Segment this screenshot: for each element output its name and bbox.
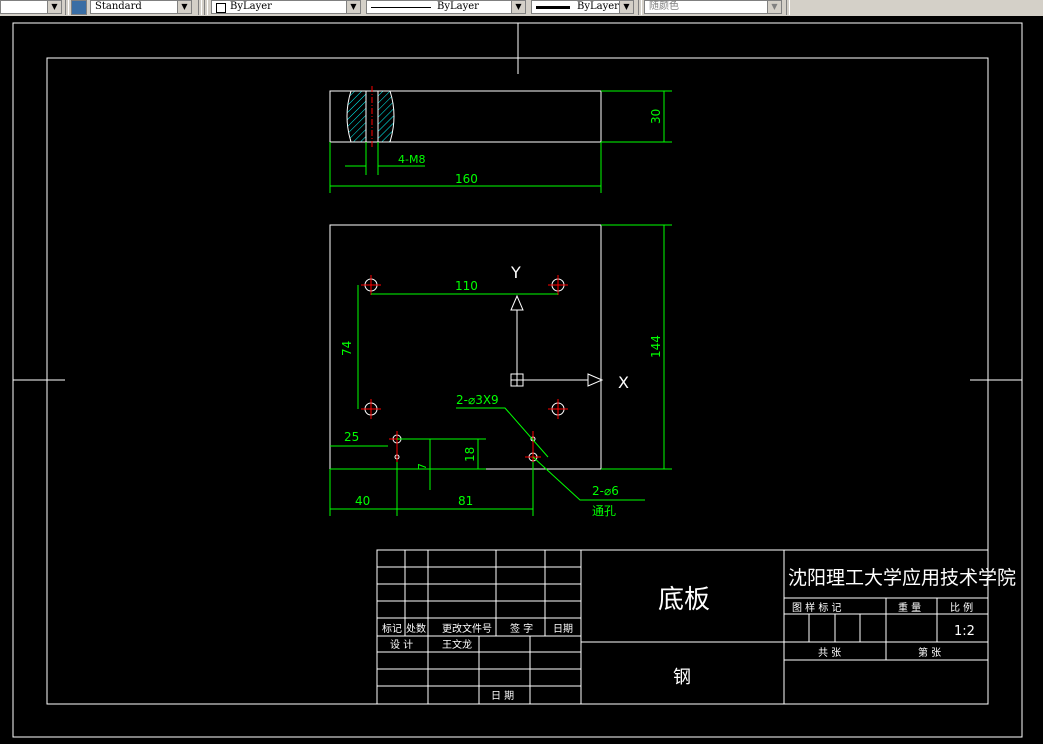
text-style-icon[interactable]	[71, 0, 87, 15]
dim-hole-spacing-x-label: 110	[455, 279, 478, 293]
hdr-sign: 签 字	[510, 622, 533, 635]
hdr-date: 日期	[553, 623, 573, 635]
toolbar-separator	[786, 0, 790, 15]
chevron-down-icon[interactable]: ▼	[346, 1, 360, 13]
dim-25-label: 25	[344, 430, 359, 444]
weight-label: 重 量	[898, 601, 921, 614]
dim-thickness-label: 30	[649, 109, 663, 124]
layer-color-dropdown[interactable]: ByLayer ▼	[211, 0, 361, 14]
dim-40-label: 40	[355, 494, 370, 508]
chevron-down-icon[interactable]: ▼	[47, 1, 61, 13]
linetype-sample-icon	[371, 7, 431, 8]
toolbar-separator	[65, 0, 69, 15]
plotstyle-value: 随颜色	[649, 1, 679, 12]
part-name: 底板	[658, 585, 710, 615]
chevron-down-icon[interactable]: ▼	[767, 1, 781, 13]
plotstyle-dropdown[interactable]: 随颜色 ▼	[644, 0, 782, 14]
lineweight-dropdown[interactable]: ByLayer ▼	[531, 0, 634, 14]
scale-label: 比 例	[950, 601, 973, 614]
layer-value: ByLayer	[230, 1, 272, 12]
lineweight-value: ByLayer	[577, 1, 619, 12]
dim-7-label: 7	[416, 463, 429, 470]
callout-pin-label: 2-⌀3X9	[456, 393, 499, 407]
hatch-right	[377, 90, 395, 143]
properties-toolbar: ▼ Standard ▼ ByLayer ▼ ByLayer ▼ ByLayer…	[0, 0, 1043, 17]
designer-name: 王文龙	[442, 638, 472, 651]
hdr-change: 更改文件号	[442, 622, 492, 635]
sheet-number: 第 张	[918, 646, 941, 659]
scale-value: 1:2	[954, 624, 975, 639]
toolbar-separator	[204, 0, 208, 15]
stage-mark-label: 图 样 标 记	[792, 601, 842, 614]
toolbar-separator	[638, 0, 642, 15]
dim-thread-label: 4-M8	[398, 153, 425, 166]
hdr-count: 处数	[406, 622, 426, 635]
callout-hole-label: 2-⌀6	[592, 484, 619, 498]
design-label: 设 计	[390, 638, 413, 651]
linetype-dropdown[interactable]: ByLayer ▼	[366, 0, 526, 14]
text-style-value: Standard	[95, 1, 142, 12]
toolbar-separator	[198, 0, 202, 15]
hatch-left	[346, 90, 367, 143]
chevron-down-icon[interactable]: ▼	[177, 1, 191, 13]
dim-81-label: 81	[458, 494, 473, 508]
date-label: 日 期	[491, 690, 514, 702]
dim-height-label: 144	[649, 335, 663, 358]
callout-through-label: 通孔	[592, 504, 616, 518]
color-swatch-icon	[216, 3, 226, 13]
dim-length-label: 160	[455, 172, 478, 186]
text-style-dropdown[interactable]: Standard ▼	[90, 0, 192, 14]
school-name: 沈阳理工大学应用技术学院	[788, 567, 1016, 589]
drawing-canvas[interactable]: 4-M8 30 160 Y X 110 74 144 25 7 18 40 81…	[0, 16, 1043, 744]
chevron-down-icon[interactable]: ▼	[619, 1, 633, 13]
axis-y-label: Y	[510, 263, 521, 282]
axis-x-label: X	[618, 373, 629, 392]
material: 钢	[673, 667, 691, 688]
dim-18-label: 18	[463, 447, 477, 462]
prev-style-dropdown[interactable]: ▼	[0, 0, 62, 14]
linetype-value: ByLayer	[437, 1, 479, 12]
chevron-down-icon[interactable]: ▼	[511, 1, 525, 13]
dim-hole-spacing-y-label: 74	[340, 341, 354, 356]
total-sheets: 共 张	[818, 647, 841, 659]
hdr-mark: 标记	[382, 623, 402, 635]
lineweight-sample-icon	[536, 6, 570, 9]
